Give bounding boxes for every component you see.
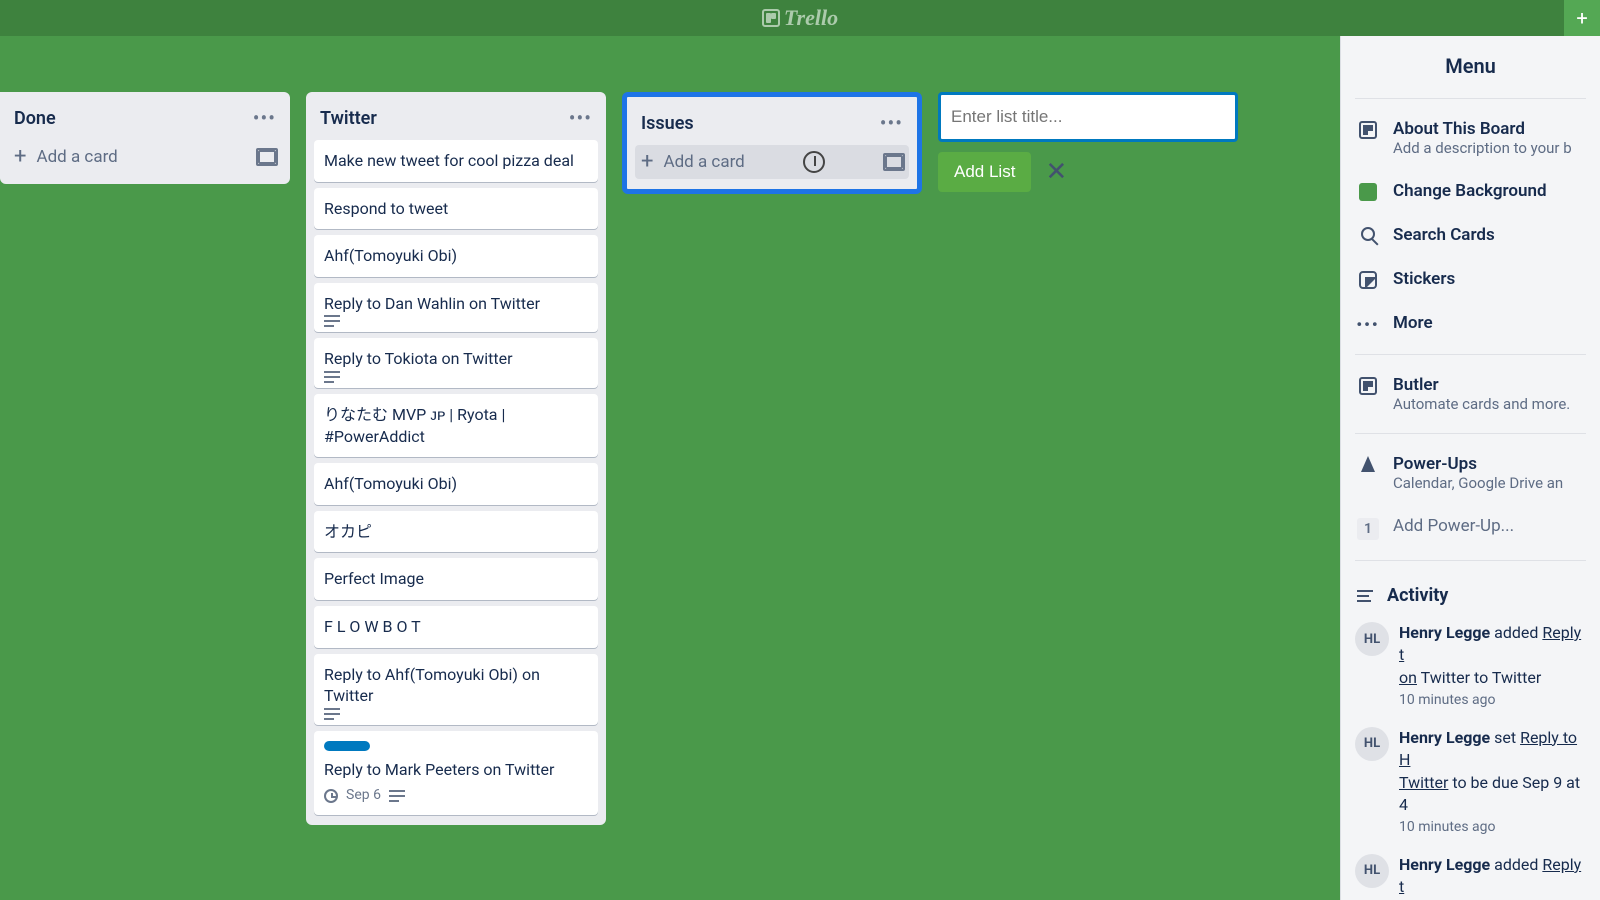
description-icon <box>389 795 405 797</box>
add-card-issues[interactable]: + Add a card <box>635 145 909 179</box>
add-card-label: Add a card <box>36 147 117 167</box>
list-title-done[interactable]: Done <box>14 108 56 129</box>
card-template-icon[interactable] <box>885 155 903 169</box>
card[interactable]: Make new tweet for cool pizza deal <box>314 140 598 182</box>
description-icon <box>324 376 340 378</box>
card[interactable]: Reply to Ahf(Tomoyuki Obi) on Twitter <box>314 654 598 725</box>
card-label-blue <box>324 741 370 751</box>
trello-logo-icon <box>762 9 780 27</box>
due-date: Sep 6 <box>346 786 381 805</box>
list-title-issues[interactable]: Issues <box>641 113 694 134</box>
card-title: Perfect Image <box>324 568 588 590</box>
description-icon <box>324 320 340 322</box>
card-title: りなたむ MVP ᴊᴘ | Ryota | #PowerAddict <box>324 404 588 447</box>
plus-icon: + <box>1576 6 1587 30</box>
list-done: Done ••• + Add a card <box>0 92 290 184</box>
card-title: Respond to tweet <box>324 198 588 220</box>
global-add-button[interactable]: + <box>1564 0 1600 36</box>
card[interactable]: Respond to tweet <box>314 188 598 230</box>
card-badges: Sep 6 <box>324 786 588 805</box>
app-name: Trello <box>784 5 838 31</box>
card[interactable]: Reply to Dan Wahlin on Twitter <box>314 283 598 333</box>
card-title: Reply to Tokiota on Twitter <box>324 348 588 370</box>
list-menu-issues[interactable]: ••• <box>880 111 903 135</box>
add-list-button[interactable]: Add List <box>938 152 1031 192</box>
card-title: Ahf(Tomoyuki Obi) <box>324 473 588 495</box>
list-twitter: Twitter ••• Make new tweet for cool pizz… <box>306 92 606 825</box>
clock-icon <box>324 789 338 803</box>
list-menu-done[interactable]: ••• <box>253 106 276 130</box>
plus-icon: + <box>14 146 26 168</box>
close-icon[interactable]: ✕ <box>1045 157 1067 187</box>
card-title: F L O W B O T <box>324 616 588 638</box>
card[interactable]: Ahf(Tomoyuki Obi) <box>314 463 598 505</box>
board-canvas: Done ••• + Add a card Twitter ••• Make n… <box>0 92 1600 900</box>
card[interactable]: オカピ <box>314 511 598 553</box>
card-title: Ahf(Tomoyuki Obi) <box>324 245 588 267</box>
app-header: Trello + <box>0 0 1600 36</box>
card-badges <box>324 320 588 322</box>
list-title-twitter[interactable]: Twitter <box>320 108 377 129</box>
card[interactable]: Reply to Tokiota on Twitter <box>314 338 598 388</box>
new-list-title-input[interactable] <box>938 92 1238 142</box>
description-icon <box>324 713 340 715</box>
card-title: Reply to Dan Wahlin on Twitter <box>324 293 588 315</box>
card-badges <box>324 713 588 715</box>
add-card-done[interactable]: + Add a card <box>8 140 282 174</box>
list-menu-twitter[interactable]: ••• <box>569 106 592 130</box>
add-card-label: Add a card <box>663 152 744 172</box>
card-title: オカピ <box>324 521 588 543</box>
card-title: Make new tweet for cool pizza deal <box>324 150 588 172</box>
list-issues: Issues ••• + Add a card <box>622 92 922 194</box>
card[interactable]: Ahf(Tomoyuki Obi) <box>314 235 598 277</box>
card-template-icon[interactable] <box>258 150 276 164</box>
card[interactable]: りなたむ MVP ᴊᴘ | Ryota | #PowerAddict <box>314 394 598 457</box>
card-badges <box>324 376 588 378</box>
plus-icon: + <box>641 151 653 173</box>
card[interactable]: Reply to Mark Peeters on Twitter Sep 6 <box>314 731 598 815</box>
add-list-composer: Add List ✕ <box>938 92 1238 192</box>
card[interactable]: F L O W B O T <box>314 606 598 648</box>
menu-title: Menu <box>1341 36 1600 90</box>
card-title: Reply to Mark Peeters on Twitter <box>324 759 588 781</box>
card-title: Reply to Ahf(Tomoyuki Obi) on Twitter <box>324 664 588 707</box>
card[interactable]: Perfect Image <box>314 558 598 600</box>
app-logo[interactable]: Trello <box>762 5 838 31</box>
